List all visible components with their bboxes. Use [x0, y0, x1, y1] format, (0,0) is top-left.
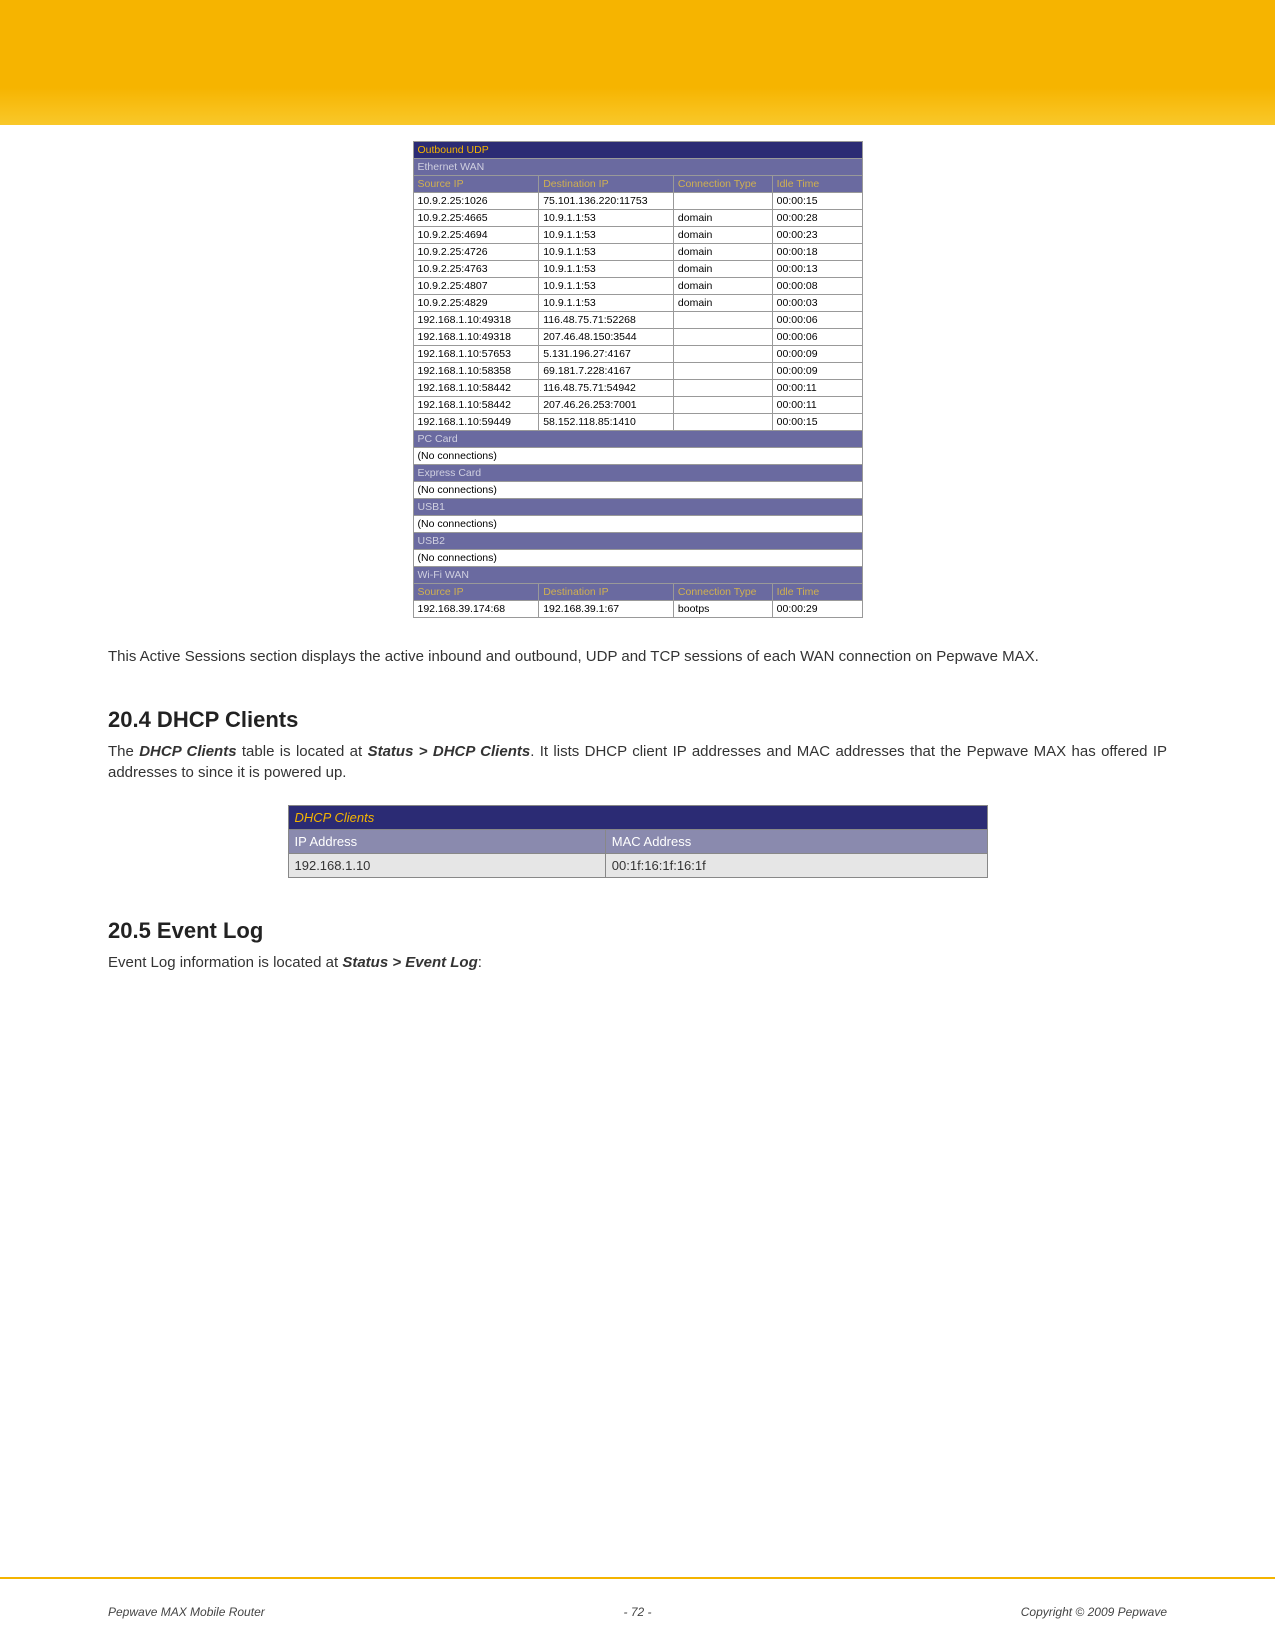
breadcrumb-status-dhcp: Status > DHCP Clients — [368, 743, 531, 760]
paragraph-eventlog: Event Log information is located at Stat… — [108, 952, 1167, 973]
header-gold-bar — [0, 0, 1275, 125]
text: Event Log information is located at — [108, 954, 342, 971]
paragraph-dhcp: The DHCP Clients table is located at Sta… — [108, 741, 1167, 783]
page-footer: Pepwave MAX Mobile Router - 72 - Copyrig… — [108, 1605, 1167, 1619]
heading-20-4: 20.4 DHCP Clients — [108, 707, 1167, 733]
text: table is located at — [237, 743, 368, 760]
dhcp-table: DHCP ClientsIP AddressMAC Address192.168… — [288, 805, 988, 878]
footer-divider — [0, 1577, 1275, 1579]
sessions-screenshot: Outbound UDPEthernet WANSource IPDestina… — [108, 141, 1167, 618]
breadcrumb-status-eventlog: Status > Event Log — [342, 954, 477, 971]
term-dhcp-clients: DHCP Clients — [139, 743, 236, 760]
sessions-table: Outbound UDPEthernet WANSource IPDestina… — [413, 141, 863, 618]
dhcp-screenshot: DHCP ClientsIP AddressMAC Address192.168… — [108, 805, 1167, 878]
footer-page-number: - 72 - — [108, 1605, 1167, 1619]
heading-20-5: 20.5 Event Log — [108, 918, 1167, 944]
text: The — [108, 743, 139, 760]
paragraph-active-sessions: This Active Sessions section displays th… — [108, 646, 1167, 667]
text: : — [478, 954, 482, 971]
